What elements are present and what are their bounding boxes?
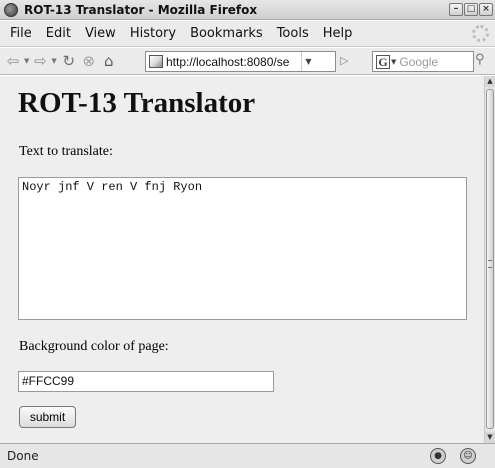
text-label: Text to translate: [19,144,113,159]
bg-color-input[interactable]: #FFCC99 [18,371,274,392]
search-engine-dropdown-icon[interactable]: ▼ [391,58,396,66]
status-bar: Done ● ☺ [0,443,495,468]
scrollbar-thumb[interactable] [486,89,494,429]
submit-button[interactable]: submit [19,406,76,428]
menu-bookmarks[interactable]: Bookmarks [183,26,270,41]
page-content: ROT-13 Translator Text to translate: Noy… [0,76,484,443]
vertical-scrollbar[interactable]: ▲ ▼ [484,76,495,443]
go-icon[interactable]: ▷ [340,54,354,69]
addon-icon[interactable]: ☺ [460,448,476,464]
minimize-icon[interactable]: – [449,3,463,16]
firefox-icon [4,2,18,17]
window-title: ROT-13 Translator - Mozilla Firefox [24,2,258,17]
search-bar[interactable]: G ▼ Google [372,51,474,72]
stop-icon[interactable]: ⊗ [79,51,99,71]
menu-history[interactable]: History [123,26,183,41]
menu-tools[interactable]: Tools [270,26,316,41]
security-icon[interactable]: ● [430,448,446,464]
google-engine-icon[interactable]: G [376,54,390,69]
page-title: ROT-13 Translator [18,87,256,119]
scroll-down-icon[interactable]: ▼ [485,432,495,443]
forward-arrow-icon[interactable]: ⇨ [31,51,49,71]
url-text[interactable]: http://localhost:8080/se [166,55,301,69]
window-title-bar[interactable]: ROT-13 Translator - Mozilla Firefox – □ … [0,0,495,20]
url-dropdown-icon[interactable]: ▼ [301,52,315,71]
search-magnifier-icon[interactable]: ⚲ [475,52,489,67]
maximize-icon[interactable]: □ [464,3,478,16]
menu-view[interactable]: View [78,26,123,41]
scroll-grip-icon [488,260,492,268]
throbber-icon [472,25,489,42]
reload-icon[interactable]: ↻ [59,51,79,71]
navigation-toolbar: ⇦ ▼ ⇨ ▼ ↻ ⊗ ⌂ http://localhost:8080/se ▼… [0,48,495,75]
scroll-up-icon[interactable]: ▲ [485,76,495,87]
bg-color-label: Background color of page: [19,339,169,354]
back-arrow-icon[interactable]: ⇦ [4,51,22,71]
url-bar[interactable]: http://localhost:8080/se ▼ [145,51,336,72]
menu-file[interactable]: File [3,26,39,41]
window-controls: – □ × [449,3,493,16]
close-icon[interactable]: × [479,3,493,16]
status-text: Done [7,449,39,463]
forward-dropdown-icon[interactable]: ▼ [51,57,56,65]
menu-bar: File Edit View History Bookmarks Tools H… [0,21,495,47]
search-placeholder[interactable]: Google [399,55,438,69]
home-icon[interactable]: ⌂ [99,51,119,71]
back-dropdown-icon[interactable]: ▼ [24,57,29,65]
menu-edit[interactable]: Edit [39,26,78,41]
page-favicon-icon [149,55,163,68]
menu-help[interactable]: Help [316,26,360,41]
text-to-translate-textarea[interactable]: Noyr jnf V ren V fnj Ryon [18,177,467,320]
